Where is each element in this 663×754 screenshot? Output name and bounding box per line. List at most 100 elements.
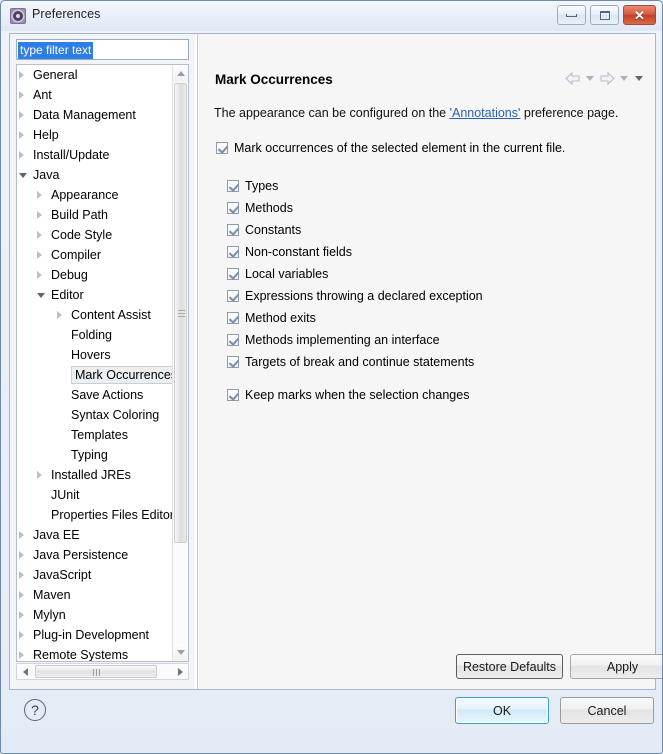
description-text-after: preference page. bbox=[520, 106, 619, 120]
tree-item-java[interactable]: Java bbox=[17, 165, 174, 185]
tree-item-plug-in-development[interactable]: Plug-in Development bbox=[17, 625, 174, 645]
tree-item-editor[interactable]: Editor bbox=[17, 285, 174, 305]
vertical-scroll-thumb[interactable] bbox=[174, 83, 187, 543]
tree-expand-arrow-closed-icon[interactable] bbox=[19, 591, 24, 599]
forward-dropdown-icon[interactable] bbox=[620, 76, 628, 81]
checkbox-label: Non-constant fields bbox=[245, 245, 353, 259]
checkbox-non-constant-fields[interactable]: Non-constant fields bbox=[227, 245, 352, 259]
tree-item-junit[interactable]: JUnit bbox=[17, 485, 174, 505]
help-icon[interactable]: ? bbox=[24, 699, 46, 721]
tree-item-content-assist[interactable]: Content Assist bbox=[17, 305, 174, 325]
tree-item-properties-files-editor[interactable]: Properties Files Editor bbox=[17, 505, 174, 525]
tree-item-label: Content Assist bbox=[71, 308, 151, 322]
apply-button[interactable]: Apply bbox=[570, 654, 662, 679]
tree-expand-arrow-closed-icon[interactable] bbox=[37, 271, 42, 279]
tree-item-save-actions[interactable]: Save Actions bbox=[17, 385, 174, 405]
tree-expand-arrow-closed-icon[interactable] bbox=[19, 71, 24, 79]
scroll-up-button[interactable] bbox=[173, 65, 188, 82]
restore-defaults-button[interactable]: Restore Defaults bbox=[456, 654, 563, 679]
filter-input[interactable]: type filter text bbox=[16, 39, 189, 60]
dropdown-menu-icon[interactable] bbox=[635, 76, 643, 81]
checkbox-constants[interactable]: Constants bbox=[227, 223, 301, 237]
tree-expand-arrow-closed-icon[interactable] bbox=[19, 631, 24, 639]
close-icon: ✕ bbox=[634, 7, 645, 23]
tree-expand-arrow-closed-icon[interactable] bbox=[19, 531, 24, 539]
maximize-button[interactable] bbox=[590, 5, 619, 25]
tree-expand-arrow-open-icon[interactable] bbox=[19, 173, 27, 178]
tree-expand-arrow-open-icon[interactable] bbox=[37, 293, 45, 298]
checkbox-keep-marks[interactable]: Keep marks when the selection changes bbox=[227, 388, 469, 402]
tree-item-label: Typing bbox=[71, 448, 108, 462]
tree-item-maven[interactable]: Maven bbox=[17, 585, 174, 605]
checkbox-targets-of-break-and-continue-statements[interactable]: Targets of break and continue statements bbox=[227, 355, 474, 369]
tree-item-appearance[interactable]: Appearance bbox=[17, 185, 174, 205]
scroll-right-button[interactable] bbox=[172, 664, 188, 679]
tree-vertical-scrollbar[interactable] bbox=[172, 65, 188, 661]
tree-item-label: Java Persistence bbox=[33, 548, 129, 562]
tree-expand-arrow-closed-icon[interactable] bbox=[19, 571, 24, 579]
preferences-tree[interactable]: General Ant Data Management Help Install/Upd… bbox=[16, 64, 189, 662]
scroll-down-button[interactable] bbox=[173, 644, 188, 661]
tree-item-ant[interactable]: Ant bbox=[17, 85, 174, 105]
checkbox-mark-occurrences[interactable]: Mark occurrences of the selected element… bbox=[216, 141, 565, 155]
tree-item-label: Remote Systems bbox=[33, 648, 129, 661]
ok-button[interactable]: OK bbox=[455, 697, 549, 724]
checkbox-expressions-throwing-a-declared-exception[interactable]: Expressions throwing a declared exceptio… bbox=[227, 289, 483, 303]
tree-expand-arrow-closed-icon[interactable] bbox=[19, 111, 24, 119]
tree-expand-arrow-closed-icon[interactable] bbox=[19, 131, 24, 139]
checkbox-methods[interactable]: Methods bbox=[227, 201, 293, 215]
tree-item-templates[interactable]: Templates bbox=[17, 425, 174, 445]
tree-item-build-path[interactable]: Build Path bbox=[17, 205, 174, 225]
back-arrow-icon[interactable] bbox=[565, 72, 581, 85]
tree-item-label: Install/Update bbox=[33, 148, 110, 162]
checkbox-methods-implementing-an-interface[interactable]: Methods implementing an interface bbox=[227, 333, 440, 347]
checkbox-method-exits[interactable]: Method exits bbox=[227, 311, 316, 325]
tree-item-remote-systems[interactable]: Remote Systems bbox=[17, 645, 174, 661]
tree-item-data-management[interactable]: Data Management bbox=[17, 105, 174, 125]
scroll-left-button[interactable] bbox=[17, 664, 33, 679]
tree-item-mylyn[interactable]: Mylyn bbox=[17, 605, 174, 625]
tree-item-install-update[interactable]: Install/Update bbox=[17, 145, 174, 165]
tree-item-folding[interactable]: Folding bbox=[17, 325, 174, 345]
tree-expand-arrow-closed-icon[interactable] bbox=[37, 471, 42, 479]
checkbox-icon bbox=[227, 356, 239, 368]
tree-expand-arrow-closed-icon[interactable] bbox=[57, 311, 62, 319]
tree-expand-arrow-closed-icon[interactable] bbox=[19, 151, 24, 159]
dialog-body: type filter text General Ant Data Manageme… bbox=[9, 33, 662, 690]
tree-item-java-persistence[interactable]: Java Persistence bbox=[17, 545, 174, 565]
back-dropdown-icon[interactable] bbox=[586, 76, 594, 81]
cancel-button[interactable]: Cancel bbox=[560, 697, 654, 724]
tree-expand-arrow-closed-icon[interactable] bbox=[37, 191, 42, 199]
tree-expand-arrow-closed-icon[interactable] bbox=[37, 231, 42, 239]
tree-item-typing[interactable]: Typing bbox=[17, 445, 174, 465]
tree-item-general[interactable]: General bbox=[17, 65, 174, 85]
horizontal-scroll-thumb[interactable] bbox=[35, 665, 157, 678]
tree-item-debug[interactable]: Debug bbox=[17, 265, 174, 285]
tree-expand-arrow-closed-icon[interactable] bbox=[19, 611, 24, 619]
tree-expand-arrow-closed-icon[interactable] bbox=[19, 91, 24, 99]
chevron-right-icon bbox=[177, 667, 183, 676]
tree-item-javascript[interactable]: JavaScript bbox=[17, 565, 174, 585]
tree-item-help[interactable]: Help bbox=[17, 125, 174, 145]
tree-item-label: Java bbox=[33, 168, 60, 182]
tree-expand-arrow-closed-icon[interactable] bbox=[37, 251, 42, 259]
checkbox-icon bbox=[227, 246, 239, 258]
tree-item-installed-jres[interactable]: Installed JREs bbox=[17, 465, 174, 485]
tree-item-mark-occurrences[interactable]: Mark Occurrences bbox=[17, 365, 174, 385]
tree-expand-arrow-closed-icon[interactable] bbox=[19, 551, 24, 559]
tree-item-syntax-coloring[interactable]: Syntax Coloring bbox=[17, 405, 174, 425]
tree-item-hovers[interactable]: Hovers bbox=[17, 345, 174, 365]
tree-item-java-ee[interactable]: Java EE bbox=[17, 525, 174, 545]
tree-item-compiler[interactable]: Compiler bbox=[17, 245, 174, 265]
tree-item-label: Data Management bbox=[33, 108, 136, 122]
forward-arrow-icon[interactable] bbox=[599, 72, 615, 85]
minimize-button[interactable] bbox=[557, 5, 586, 25]
close-button[interactable]: ✕ bbox=[623, 5, 656, 25]
checkbox-local-variables[interactable]: Local variables bbox=[227, 267, 328, 281]
tree-expand-arrow-closed-icon[interactable] bbox=[37, 211, 42, 219]
tree-expand-arrow-closed-icon[interactable] bbox=[19, 651, 24, 659]
tree-item-code-style[interactable]: Code Style bbox=[17, 225, 174, 245]
annotations-link[interactable]: 'Annotations' bbox=[450, 106, 521, 120]
checkbox-types[interactable]: Types bbox=[227, 179, 278, 193]
tree-horizontal-scrollbar[interactable] bbox=[16, 663, 189, 680]
